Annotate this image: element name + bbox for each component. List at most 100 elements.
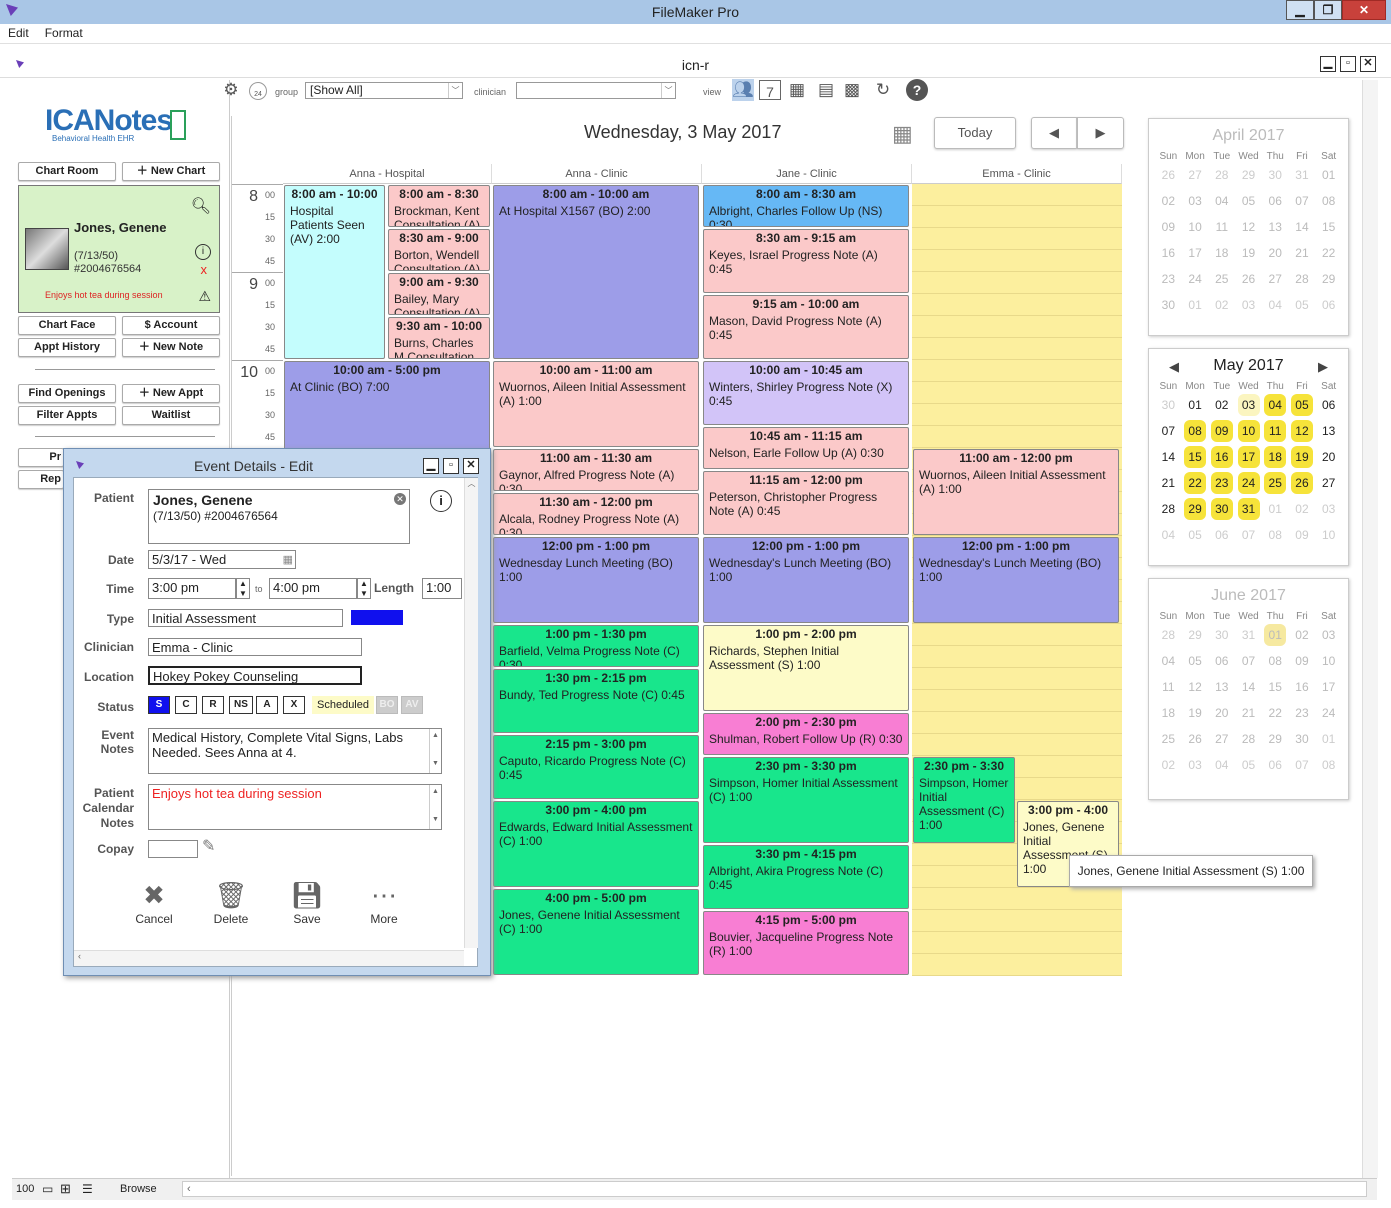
calendar-day[interactable]: 30 bbox=[1157, 294, 1179, 316]
menu-edit[interactable]: Edit bbox=[0, 24, 37, 42]
calendar-event[interactable]: 4:15 pm - 5:00 pm Bouvier, Jacqueline Pro… bbox=[703, 911, 909, 975]
prev-day-button[interactable]: ◀ bbox=[1031, 117, 1077, 149]
week-view-icon[interactable]: ▦ bbox=[786, 79, 808, 101]
partial-button-2[interactable]: Rep bbox=[18, 470, 64, 489]
calendar-day[interactable]: 13 bbox=[1211, 676, 1233, 698]
calendar-day[interactable]: 07 bbox=[1291, 754, 1313, 776]
appt-history-button[interactable]: Appt History bbox=[18, 338, 116, 357]
calendar-day[interactable]: 30 bbox=[1210, 498, 1233, 520]
calendar-event[interactable]: 1:00 pm - 1:30 pm Barfield, Velma Progres… bbox=[493, 625, 699, 667]
calendar-event[interactable]: 10:45 am - 11:15 am Nelson, Earle Follow … bbox=[703, 427, 909, 469]
clinician-select[interactable]: ﹀ bbox=[516, 82, 676, 99]
calendar-event[interactable]: 2:30 pm - 3:30 Simpson, Homer Initial Ass… bbox=[913, 757, 1015, 843]
calendar-day[interactable]: 07 bbox=[1238, 650, 1260, 672]
calendar-day[interactable]: 18 bbox=[1157, 702, 1179, 724]
calendar-day[interactable]: 14 bbox=[1291, 216, 1313, 238]
account-button[interactable]: $ Account bbox=[122, 316, 220, 335]
calendar-day[interactable]: 06 bbox=[1211, 524, 1233, 546]
today-button[interactable]: Today bbox=[934, 117, 1016, 149]
calendar-day[interactable]: 04 bbox=[1211, 190, 1233, 212]
copay-field[interactable] bbox=[148, 840, 198, 858]
calendar-day[interactable]: 03 bbox=[1318, 624, 1340, 646]
calendar-day[interactable]: 31 bbox=[1237, 498, 1260, 520]
calendar-day[interactable]: 08 bbox=[1318, 754, 1340, 776]
calendar-day[interactable]: 01 bbox=[1184, 394, 1206, 416]
calendar-day[interactable]: 28 bbox=[1291, 268, 1313, 290]
calendar-day[interactable]: 05 bbox=[1290, 394, 1313, 416]
search-icon[interactable]: 🔍︎ bbox=[191, 196, 211, 216]
calendar-day[interactable]: 26 bbox=[1238, 268, 1260, 290]
calendar-day[interactable]: 29 bbox=[1184, 624, 1206, 646]
calendar-day[interactable]: 28 bbox=[1238, 728, 1260, 750]
day-view-icon[interactable]: 7 bbox=[759, 80, 781, 100]
calendar-day[interactable]: 27 bbox=[1211, 728, 1233, 750]
calendar-day[interactable]: 07 bbox=[1291, 190, 1313, 212]
dialog-restore-button[interactable]: ▫ bbox=[443, 458, 459, 474]
calendar-day[interactable]: 29 bbox=[1318, 268, 1340, 290]
status-button-av[interactable]: AV bbox=[401, 696, 423, 714]
calendar-day[interactable]: 02 bbox=[1291, 624, 1313, 646]
calendar-day[interactable]: 30 bbox=[1291, 728, 1313, 750]
calendar-day[interactable]: 19 bbox=[1238, 242, 1260, 264]
calendar-day[interactable]: 09 bbox=[1157, 216, 1179, 238]
calendar-day[interactable]: 03 bbox=[1238, 294, 1260, 316]
calendar-day[interactable]: 27 bbox=[1318, 472, 1340, 494]
chart-room-button[interactable]: Chart Room bbox=[18, 162, 116, 181]
calendar-event[interactable]: 2:00 pm - 2:30 pm Shulman, Robert Follow … bbox=[703, 713, 909, 755]
calendar-day[interactable]: 01 bbox=[1318, 728, 1340, 750]
layout-toggle-icon[interactable]: ☰ bbox=[82, 1179, 93, 1199]
calendar-day[interactable]: 04 bbox=[1264, 394, 1287, 416]
status-button-s[interactable]: S bbox=[148, 696, 170, 714]
calendar-icon[interactable]: ▦ bbox=[283, 552, 293, 569]
length-field[interactable]: 1:00 bbox=[422, 578, 462, 599]
calendar-event[interactable]: 9:00 am - 9:30 Bailey, Mary Consultation … bbox=[388, 273, 490, 315]
calendar-day[interactable]: 14 bbox=[1238, 676, 1260, 698]
calendar-notes-field[interactable]: Enjoys hot tea during session ▲ ▼ bbox=[148, 784, 442, 830]
calendar-day[interactable]: 12 bbox=[1290, 420, 1313, 442]
calendar-day[interactable]: 01 bbox=[1264, 498, 1286, 520]
calendar-event[interactable]: 11:15 am - 12:00 pm Peterson, Christopher… bbox=[703, 471, 909, 535]
location-field[interactable]: Hokey Pokey Counseling bbox=[148, 666, 362, 685]
calendar-day[interactable]: 13 bbox=[1318, 420, 1340, 442]
calendar-day[interactable]: 04 bbox=[1211, 754, 1233, 776]
calendar-day[interactable]: 05 bbox=[1184, 650, 1206, 672]
calendar-day[interactable]: 06 bbox=[1264, 754, 1286, 776]
calendar-day[interactable]: 30 bbox=[1157, 394, 1179, 416]
calendar-day[interactable]: 03 bbox=[1318, 498, 1340, 520]
calendar-day[interactable]: 07 bbox=[1157, 420, 1179, 442]
calendar-day[interactable]: 29 bbox=[1184, 498, 1207, 520]
calendar-day[interactable]: 12 bbox=[1184, 676, 1206, 698]
calendar-day[interactable]: 04 bbox=[1264, 294, 1286, 316]
help-icon[interactable]: ? bbox=[906, 79, 928, 101]
calendar-event[interactable]: 3:00 pm - 4:00 pm Edwards, Edward Initial… bbox=[493, 801, 699, 887]
clinician-field[interactable]: Emma - Clinic bbox=[148, 638, 362, 656]
status-button-a[interactable]: A bbox=[256, 696, 278, 714]
calendar-day[interactable]: 05 bbox=[1238, 190, 1260, 212]
calendar-day[interactable]: 08 bbox=[1264, 524, 1286, 546]
calendar-day[interactable]: 27 bbox=[1184, 164, 1206, 186]
calendar-day[interactable]: 31 bbox=[1291, 164, 1313, 186]
refresh-icon[interactable]: ↻ bbox=[872, 79, 894, 101]
grid-view-icon[interactable]: ▩ bbox=[841, 79, 863, 101]
calendar-day[interactable]: 10 bbox=[1237, 420, 1260, 442]
calendar-day[interactable]: 25 bbox=[1157, 728, 1179, 750]
next-day-button[interactable]: ▶ bbox=[1077, 117, 1124, 149]
zoom-out-icon[interactable]: ▭ bbox=[42, 1179, 53, 1199]
calendar-day[interactable]: 19 bbox=[1184, 702, 1206, 724]
calendar-day[interactable]: 11 bbox=[1211, 216, 1233, 238]
calendar-day[interactable]: 22 bbox=[1318, 242, 1340, 264]
calendar-day[interactable]: 01 bbox=[1264, 624, 1287, 646]
status-button-r[interactable]: R bbox=[202, 696, 224, 714]
calendar-day[interactable]: 20 bbox=[1264, 242, 1286, 264]
calendar-day[interactable]: 13 bbox=[1264, 216, 1286, 238]
find-openings-button[interactable]: Find Openings bbox=[18, 384, 116, 403]
calendar-day[interactable]: 26 bbox=[1290, 472, 1313, 494]
calendar-day[interactable]: 08 bbox=[1264, 650, 1286, 672]
clear-icon[interactable]: ✕ bbox=[394, 493, 406, 505]
calendar-event[interactable]: 12:00 pm - 1:00 pm Wednesday Lunch Meetin… bbox=[493, 537, 699, 623]
calendar-day[interactable]: 01 bbox=[1318, 164, 1340, 186]
calendar-event[interactable]: 8:00 am - 8:30 Brockman, Kent Consultatio… bbox=[388, 185, 490, 227]
calendar-day[interactable]: 04 bbox=[1157, 524, 1179, 546]
cancel-button[interactable]: ✖ Cancel bbox=[124, 878, 184, 926]
calendar-day[interactable]: 02 bbox=[1211, 394, 1233, 416]
